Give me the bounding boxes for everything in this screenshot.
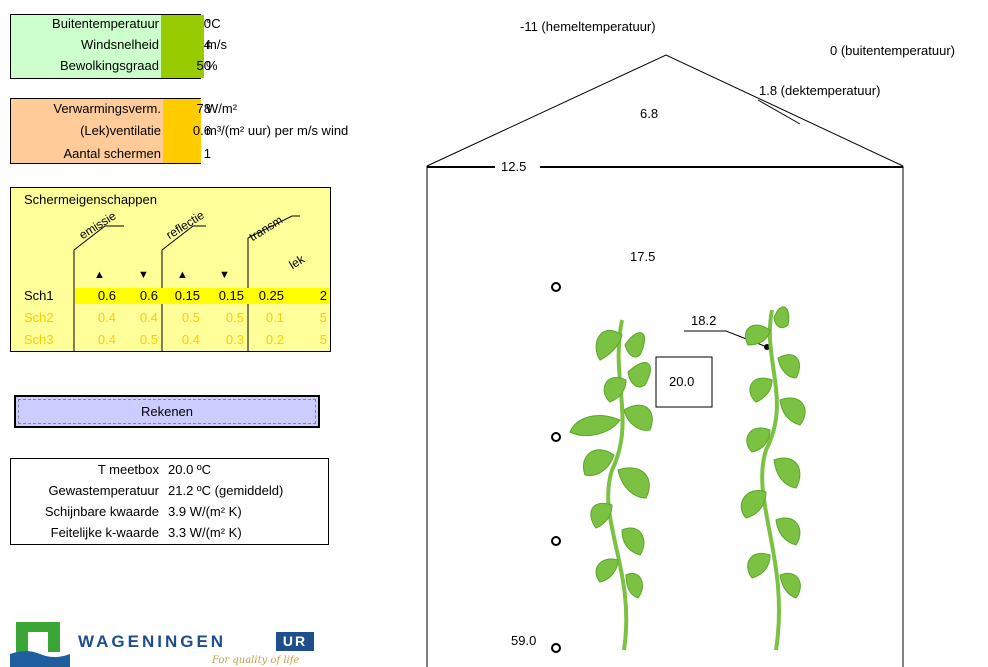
sch3-reflection-down[interactable]: 0.3 [202,331,244,348]
sch1-transmission[interactable]: 0.25 [244,287,284,304]
screen-header-lines [73,215,300,352]
heating-pipe [551,282,561,292]
crop-temp-label: Gewastemperatuur [48,483,159,498]
plant-left [569,319,653,651]
sch1-leak[interactable]: 2 [290,287,327,304]
arrow-up-icon: ▲ [177,269,188,281]
calculate-button[interactable]: Rekenen [14,395,320,428]
roof-air-temp: 6.8 [640,106,659,121]
sch2-reflection-up[interactable]: 0.5 [160,309,200,326]
logo-name: WAGENINGEN [78,632,227,651]
screen-row-sch2: Sch2 0.4 0.4 0.5 0.5 0.1 5 [0,309,340,326]
logo-emblem-icon [10,622,70,667]
sch2-transmission[interactable]: 0.1 [244,309,284,326]
sch1-emission-down[interactable]: 0.6 [122,287,158,304]
sch2-emission-up[interactable]: 0.4 [80,309,116,326]
cover-temp-leader [757,99,801,125]
meetbox-temp-label: T meetbox [97,462,159,477]
screen-name: Sch3 [24,332,54,347]
plant-right [740,306,806,651]
meetbox-temp: 20.0 [669,374,695,389]
sch2-emission-down[interactable]: 0.4 [122,309,158,326]
sch3-leak[interactable]: 5 [290,331,327,348]
arrow-up-icon: ▲ [94,269,105,281]
sch3-emission-up[interactable]: 0.4 [80,331,116,348]
screen-row-sch1: Sch1 0.6 0.6 0.15 0.15 0.25 2 [0,287,340,304]
apparent-k-value: 3.9 W/(m² K) [168,504,242,519]
actual-k-value: 3.3 W/(m² K) [168,525,242,540]
sch1-reflection-down[interactable]: 0.15 [202,287,244,304]
heating-pipe [551,536,561,546]
sch3-reflection-up[interactable]: 0.4 [160,331,200,348]
heating-pipe [551,643,561,653]
arrow-down-icon: ▼ [138,269,149,281]
sch3-emission-down[interactable]: 0.5 [122,331,158,348]
greenhouse-roof [426,54,904,167]
arrow-down-icon: ▼ [219,269,230,281]
logo-tagline: For quality of life [212,655,300,666]
wageningen-logo: WAGENINGEN UR For quality of life [10,618,350,667]
screen-row-sch3: Sch3 0.4 0.5 0.4 0.3 0.2 5 [0,331,340,348]
screen-name: Sch1 [24,288,54,303]
cover-temp-label: 1.8 (dektemperatuur) [759,83,881,98]
sch3-transmission[interactable]: 0.2 [244,331,284,348]
meetbox-temp-value: 20.0 ºC [168,462,212,477]
sch2-reflection-down[interactable]: 0.5 [202,309,244,326]
sch2-leak[interactable]: 5 [290,309,327,326]
sch1-reflection-up[interactable]: 0.15 [160,287,200,304]
pipe-temp: 59.0 [511,633,537,648]
logo-ur-badge: UR [276,632,314,651]
crop-temp-value: 21.2 ºC (gemiddeld) [168,483,284,498]
sch1-emission-up[interactable]: 0.6 [80,287,116,304]
leaf-temp: 18.2 [691,313,717,328]
outside-temp-diagram-label: 0 (buitentemperatuur) [830,43,956,58]
greenhouse-diagram [426,54,904,667]
apparent-k-label: Schijnbare kwaarde [44,504,159,519]
heating-pipe [551,432,561,442]
actual-k-label: Feitelijke k-waarde [50,525,159,540]
screen-temp: 12.5 [501,159,527,174]
screen-name: Sch2 [24,310,54,325]
sky-temp-label: -11 (hemeltemperatuur) [520,19,656,34]
upper-air-temp: 17.5 [630,249,656,264]
